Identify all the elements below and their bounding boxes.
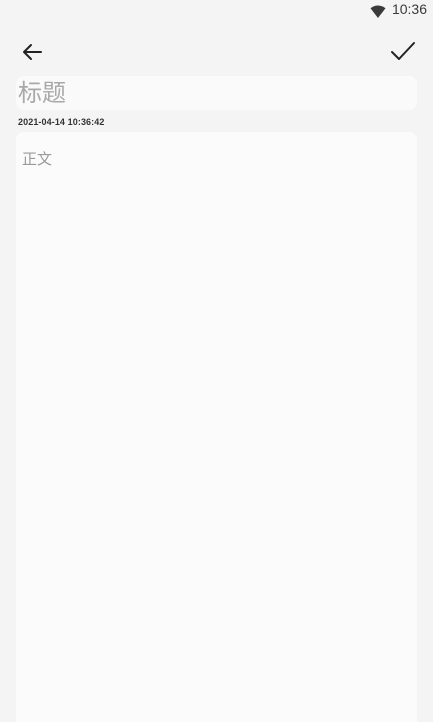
title-input[interactable] xyxy=(16,76,417,110)
timestamp: 2021-04-14 10:36:42 xyxy=(18,117,105,127)
back-button[interactable] xyxy=(16,38,48,70)
arrow-left-icon xyxy=(20,40,44,68)
confirm-button[interactable] xyxy=(387,38,419,70)
status-bar: 10:36 xyxy=(0,0,433,22)
check-icon xyxy=(390,40,416,68)
body-input[interactable] xyxy=(16,132,417,722)
status-bar-right: 10:36 xyxy=(370,1,427,18)
wifi-icon xyxy=(370,3,386,18)
toolbar xyxy=(0,38,433,70)
status-time: 10:36 xyxy=(391,1,427,17)
